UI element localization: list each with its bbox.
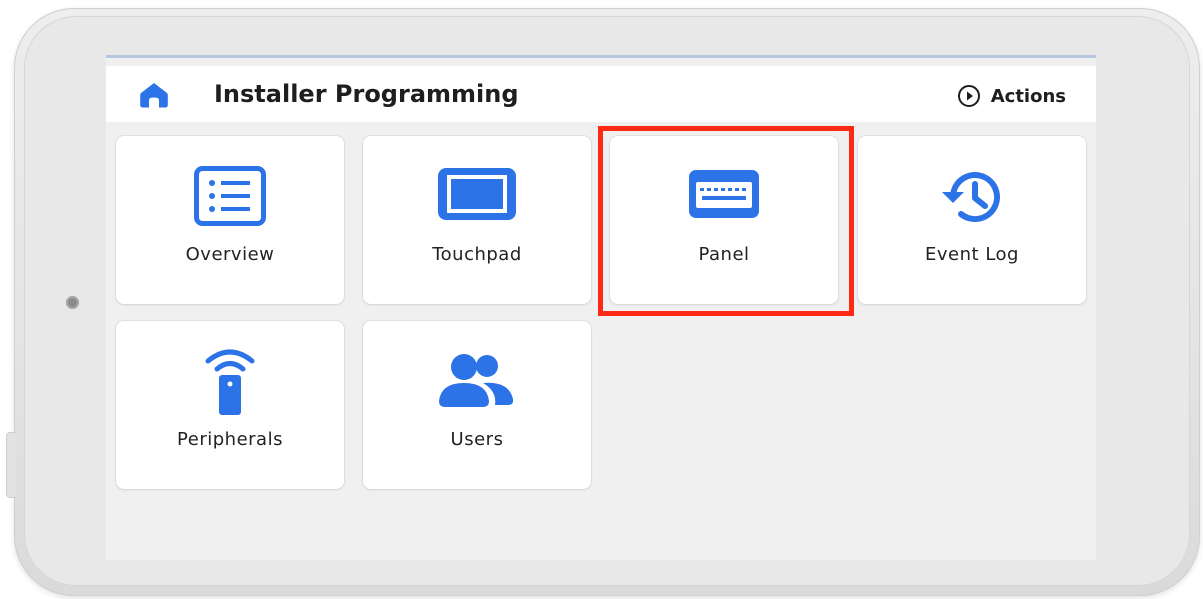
- tile-overview[interactable]: Overview: [116, 136, 344, 304]
- keyboard-icon: [689, 170, 759, 218]
- tile-label: Event Log: [925, 244, 1019, 265]
- tile-label: Peripherals: [177, 429, 283, 450]
- header-bar: Installer Programming Actions: [106, 66, 1096, 122]
- tile-touchpad[interactable]: Touchpad: [363, 136, 591, 304]
- tile-peripherals[interactable]: Peripherals: [116, 321, 344, 489]
- users-icon: [439, 354, 514, 407]
- tablet-icon: [438, 168, 516, 220]
- camera-lens: [66, 296, 79, 309]
- remote-wireless-icon: [205, 349, 255, 415]
- page-title: Installer Programming: [214, 80, 519, 108]
- screen: Installer Programming Actions Overview T…: [106, 58, 1096, 560]
- actions-button[interactable]: Actions: [957, 84, 1066, 108]
- actions-label: Actions: [990, 85, 1066, 107]
- tile-panel[interactable]: Panel: [610, 136, 838, 304]
- tile-label: Overview: [185, 244, 275, 265]
- tile-label: Users: [450, 429, 504, 450]
- tile-label: Panel: [698, 244, 750, 265]
- history-icon: [942, 172, 1000, 223]
- side-button: [6, 432, 16, 498]
- list-icon: [194, 166, 266, 226]
- home-icon[interactable]: [140, 82, 168, 108]
- tile-event-log[interactable]: Event Log: [858, 136, 1086, 304]
- play-circle-icon: [957, 85, 980, 107]
- tile-label: Touchpad: [432, 244, 522, 265]
- tile-users[interactable]: Users: [363, 321, 591, 489]
